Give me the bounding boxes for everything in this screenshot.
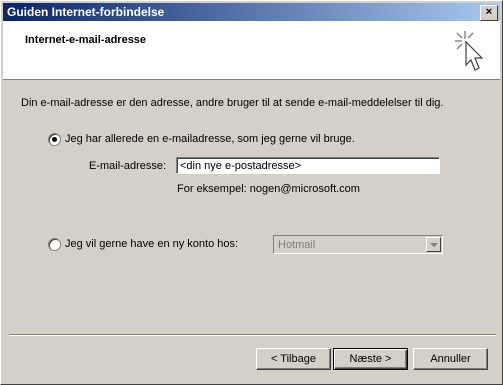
existing-email-option-label[interactable]: Jeg har allerede en e-mailadresse, som j… xyxy=(65,133,355,145)
back-button[interactable]: < Tilbage xyxy=(256,348,331,370)
new-account-option-label[interactable]: Jeg vil gerne have en ny konto hos: xyxy=(65,238,238,250)
page-title: Internet-e-mail-adresse xyxy=(25,34,147,46)
provider-select-value: Hotmail xyxy=(278,239,316,251)
title-bar[interactable]: Guiden Internet-forbindelse × xyxy=(3,3,500,21)
provider-select: Hotmail xyxy=(273,235,443,254)
email-address-label: E-mail-adresse: xyxy=(89,160,167,172)
footer-divider xyxy=(9,334,496,336)
wizard-window: Guiden Internet-forbindelse × Internet-e… xyxy=(0,0,503,385)
cursor-click-icon xyxy=(455,31,484,71)
wizard-header: Internet-e-mail-adresse xyxy=(3,21,500,80)
close-button[interactable]: × xyxy=(480,5,498,21)
email-example-text: For eksempel: nogen@microsoft.com xyxy=(177,183,360,195)
window-title: Guiden Internet-forbindelse xyxy=(7,5,165,19)
cancel-button[interactable]: Annuller xyxy=(413,348,488,370)
email-address-input[interactable] xyxy=(176,157,440,174)
existing-email-radio[interactable] xyxy=(48,133,61,146)
chevron-down-icon xyxy=(426,237,441,252)
next-button[interactable]: Næste > xyxy=(333,348,408,370)
intro-text: Din e-mail-adresse er den adresse, andre… xyxy=(21,97,444,109)
new-account-radio[interactable] xyxy=(48,238,61,251)
